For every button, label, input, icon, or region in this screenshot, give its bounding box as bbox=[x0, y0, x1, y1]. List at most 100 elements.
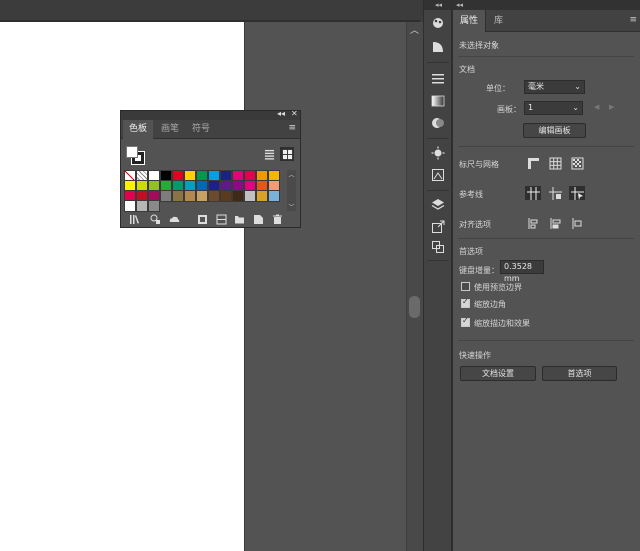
show-guides-icon[interactable] bbox=[525, 186, 541, 200]
grid-view-icon[interactable] bbox=[280, 147, 294, 161]
scrollbar-thumb[interactable] bbox=[409, 296, 420, 318]
document-setup-button[interactable]: 文档设置 bbox=[460, 366, 536, 381]
color-swatch[interactable] bbox=[160, 180, 172, 192]
next-artboard-icon[interactable]: ▶ bbox=[609, 103, 614, 111]
scroll-up-icon[interactable]: ︿ bbox=[287, 170, 296, 179]
swatches-scrollbar[interactable]: ︿ ﹀ bbox=[287, 170, 296, 211]
collapse-icon[interactable]: ◂◂ bbox=[424, 0, 453, 10]
folder-icon[interactable] bbox=[232, 212, 246, 226]
lock-guides-icon[interactable] bbox=[547, 186, 563, 200]
color-swatch[interactable] bbox=[268, 180, 280, 192]
color-swatch[interactable] bbox=[232, 170, 244, 182]
color-swatch[interactable] bbox=[220, 190, 232, 202]
show-kinds-icon[interactable] bbox=[148, 212, 162, 226]
previous-artboard-icon[interactable]: ◀ bbox=[594, 103, 599, 111]
color-swatch[interactable] bbox=[124, 190, 136, 202]
swatches-title-bar[interactable]: ◂◂ ✕ bbox=[121, 109, 300, 120]
tab-brushes[interactable]: 画笔 bbox=[155, 120, 185, 139]
color-swatch[interactable] bbox=[172, 180, 184, 192]
color-swatch[interactable] bbox=[220, 170, 232, 182]
stroke-icon[interactable] bbox=[428, 70, 448, 88]
color-swatch[interactable] bbox=[244, 180, 256, 192]
color-swatch[interactable] bbox=[232, 190, 244, 202]
tab-swatches[interactable]: 色板 bbox=[123, 120, 154, 139]
pixel-grid-icon[interactable] bbox=[569, 156, 585, 170]
color-icon[interactable] bbox=[428, 38, 448, 56]
scroll-down-icon[interactable]: ﹀ bbox=[287, 202, 296, 211]
artboard[interactable] bbox=[0, 22, 245, 551]
color-swatch[interactable] bbox=[196, 190, 208, 202]
color-swatch[interactable] bbox=[136, 180, 148, 192]
panel-collapse-icon[interactable]: ◂◂ bbox=[453, 0, 640, 10]
color-swatch[interactable] bbox=[172, 190, 184, 202]
close-icon[interactable]: ✕ bbox=[291, 109, 298, 118]
color-swatch[interactable] bbox=[232, 180, 244, 192]
unit-dropdown[interactable]: 毫米 ⌄ bbox=[524, 80, 585, 94]
color-swatch[interactable] bbox=[124, 200, 136, 212]
color-swatch[interactable] bbox=[196, 170, 208, 182]
new-swatch-icon[interactable] bbox=[251, 212, 265, 226]
color-swatch[interactable] bbox=[172, 170, 184, 182]
color-swatch[interactable] bbox=[208, 180, 220, 192]
scroll-up-icon[interactable]: ︿ bbox=[408, 26, 421, 36]
color-swatch[interactable] bbox=[148, 180, 160, 192]
use-preview-bounds-checkbox[interactable] bbox=[461, 282, 470, 291]
collapse-icon[interactable]: ◂◂ bbox=[277, 109, 285, 118]
export-icon[interactable] bbox=[428, 218, 448, 236]
color-swatch[interactable] bbox=[208, 170, 220, 182]
color-swatch[interactable] bbox=[124, 180, 136, 192]
layers-icon[interactable] bbox=[428, 196, 448, 214]
color-swatch[interactable] bbox=[160, 170, 172, 182]
panel-menu-icon[interactable]: ≡ bbox=[288, 123, 296, 133]
color-swatch[interactable] bbox=[184, 170, 196, 182]
color-swatch[interactable] bbox=[136, 190, 148, 202]
artboards-icon[interactable] bbox=[428, 238, 448, 256]
color-swatch[interactable] bbox=[160, 190, 172, 202]
transparency-icon[interactable] bbox=[428, 114, 448, 132]
color-swatch[interactable] bbox=[148, 170, 160, 182]
color-swatch[interactable] bbox=[208, 190, 220, 202]
swatch-libraries-icon[interactable] bbox=[127, 212, 141, 226]
align-to-selection-icon[interactable] bbox=[525, 216, 541, 230]
rulers-icon[interactable] bbox=[525, 156, 541, 170]
edit-artboards-button[interactable]: 编辑画板 bbox=[523, 123, 586, 138]
new-color-group-icon[interactable] bbox=[214, 212, 228, 226]
scale-strokes-effects-checkbox[interactable] bbox=[461, 316, 470, 327]
image-trace-icon[interactable] bbox=[428, 166, 448, 184]
align-to-artboard-icon[interactable] bbox=[569, 216, 585, 230]
scale-corners-checkbox[interactable] bbox=[461, 297, 470, 308]
align-to-key-object-icon[interactable] bbox=[547, 216, 563, 230]
tab-libraries[interactable]: 库 bbox=[487, 10, 510, 32]
color-swatch[interactable] bbox=[184, 180, 196, 192]
none-swatch[interactable] bbox=[124, 170, 136, 182]
fill-stroke-indicator[interactable] bbox=[126, 146, 146, 166]
color-swatch[interactable] bbox=[148, 190, 160, 202]
keyboard-increment-input[interactable]: 0.3528 mm bbox=[500, 260, 544, 283]
vertical-scrollbar[interactable] bbox=[406, 22, 423, 551]
list-view-icon[interactable] bbox=[262, 147, 276, 161]
color-swatch[interactable] bbox=[196, 180, 208, 192]
color-swatch[interactable] bbox=[256, 180, 268, 192]
color-swatch[interactable] bbox=[268, 190, 280, 202]
color-swatch[interactable] bbox=[256, 170, 268, 182]
color-swatch[interactable] bbox=[220, 180, 232, 192]
grid-icon[interactable] bbox=[547, 156, 563, 170]
color-swatch[interactable] bbox=[244, 190, 256, 202]
smart-guides-icon[interactable] bbox=[569, 186, 585, 200]
color-swatch[interactable] bbox=[184, 190, 196, 202]
tab-symbols[interactable]: 符号 bbox=[186, 120, 216, 139]
fill-swatch[interactable] bbox=[126, 146, 138, 158]
color-swatch[interactable] bbox=[136, 200, 148, 212]
registration-swatch[interactable] bbox=[136, 170, 148, 182]
color-swatch[interactable] bbox=[268, 170, 280, 182]
panel-menu-icon[interactable]: ≡ bbox=[629, 15, 637, 25]
cloud-icon[interactable] bbox=[167, 212, 181, 226]
tab-properties[interactable]: 属性 bbox=[453, 10, 487, 32]
color-swatch[interactable] bbox=[256, 190, 268, 202]
color-guide-icon[interactable] bbox=[428, 14, 448, 32]
artboard-dropdown[interactable]: 1 ⌄ bbox=[524, 101, 583, 115]
appearance-icon[interactable] bbox=[428, 144, 448, 162]
pasteboard[interactable] bbox=[246, 22, 406, 551]
trash-icon[interactable] bbox=[270, 212, 284, 226]
preferences-button[interactable]: 首选项 bbox=[542, 366, 617, 381]
